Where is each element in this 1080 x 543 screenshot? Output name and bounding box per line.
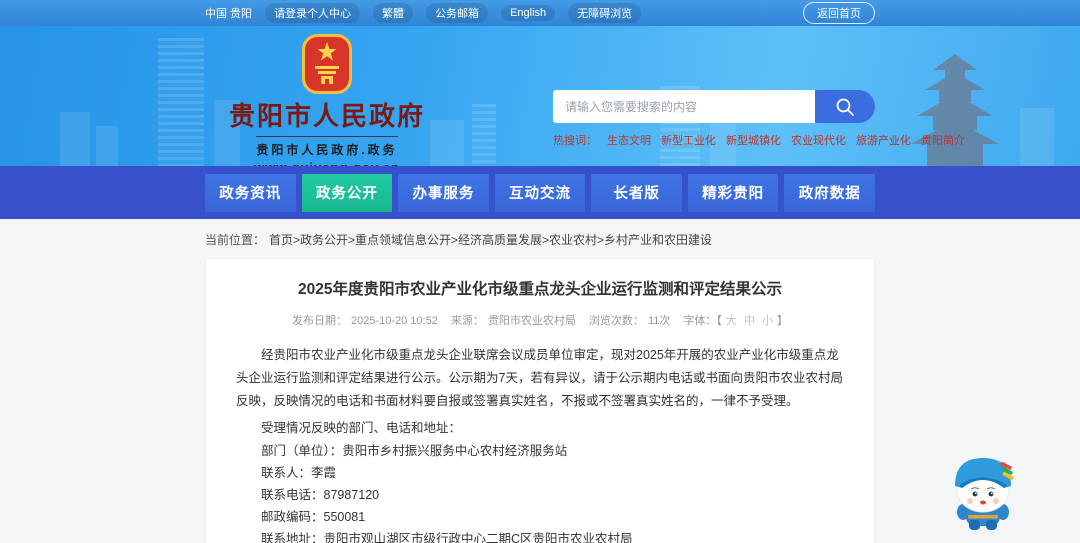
nav-tab-zhengfu-shuju[interactable]: 政府数据 xyxy=(784,173,876,212)
hot-word-link[interactable]: 新型工业化 xyxy=(661,132,716,148)
link-login-center[interactable]: 请登录个人中心 xyxy=(265,3,361,23)
link-official-mail[interactable]: 公务邮箱 xyxy=(426,3,489,23)
hot-words-label: 热搜词： xyxy=(553,135,597,147)
link-china-guiyang[interactable]: 中国 贵阳 xyxy=(205,5,252,21)
views-label: 浏览次数： xyxy=(588,315,644,327)
hot-word-link[interactable]: 贵阳简介 xyxy=(921,132,965,148)
site-title: 贵阳市人民政府 xyxy=(228,101,425,131)
site-url: www.guiyang.gov.cn xyxy=(254,160,400,166)
hot-word-link[interactable]: 新型城镇化 xyxy=(726,132,781,148)
nav-tab-zhangzheban[interactable]: 长者版 xyxy=(591,173,682,212)
nav-tab-jingcai-guiyang[interactable]: 精彩贵阳 xyxy=(687,173,779,212)
article-title: 2025年度贵阳市农业产业化市级重点龙头企业运行监测和评定结果公示 xyxy=(298,281,782,298)
skyline-building xyxy=(96,126,118,166)
site-banner: 贵阳市人民政府 贵阳市人民政府.政务 www.guiyang.gov.cn 热搜… xyxy=(0,26,1080,166)
hot-search-words: 热搜词： 生态文明 新型工业化 新型城镇化 农业现代化 旅游产业化 贵阳简介 xyxy=(553,132,965,148)
link-traditional-chinese[interactable]: 繁體 xyxy=(373,3,414,23)
article-card: 2025年度贵阳市农业产业化市级重点龙头企业运行监测和评定结果公示 发布日期： 2… xyxy=(205,258,875,543)
link-accessibility[interactable]: 无障碍浏览 xyxy=(568,3,642,23)
mascot-assistant[interactable] xyxy=(942,446,1024,537)
contact-address: 联系地址：贵阳市观山湖区市级行政中心二期C区贵阳市农业农村局 xyxy=(261,532,633,543)
publish-date: 2025-10-20 10:52 xyxy=(350,315,438,327)
nav-tab-zhengwu-gongkai[interactable]: 政务公开 xyxy=(301,173,393,212)
skyline-building xyxy=(60,112,90,166)
source-value: 贵阳市农业农村局 xyxy=(487,315,576,327)
hot-word-link[interactable]: 农业现代化 xyxy=(791,132,846,148)
search-input[interactable] xyxy=(553,90,815,123)
site-logo: 贵阳市人民政府 贵阳市人民政府.政务 www.guiyang.gov.cn xyxy=(205,34,435,166)
mascot-icon xyxy=(955,458,1014,530)
contact-phone: 联系电话：87987120 xyxy=(261,488,380,502)
link-english[interactable]: English xyxy=(501,5,556,21)
font-size-large[interactable]: 大 xyxy=(726,315,737,327)
font-size-label: 字体：【 xyxy=(683,315,722,327)
skyline-building xyxy=(158,38,204,166)
search-icon xyxy=(836,98,854,116)
national-emblem-icon xyxy=(302,34,352,94)
breadcrumb-path[interactable]: 首页>政务公开>重点领域信息公开>经济高质量发展>农业农村>乡村产业和农田建设 xyxy=(269,231,712,248)
search-button[interactable] xyxy=(815,90,875,123)
pagoda-silhouette xyxy=(911,54,999,166)
nav-tab-banshi-fuwu[interactable]: 办事服务 xyxy=(398,173,489,212)
source-label: 来源： xyxy=(450,315,484,327)
contact-person: 联系人：李霞 xyxy=(261,466,337,480)
hot-word-link[interactable]: 旅游产业化 xyxy=(856,132,911,148)
breadcrumb: 当前位置： 首页>政务公开>重点领域信息公开>经济高质量发展>农业农村>乡村产业… xyxy=(205,219,875,248)
top-utility-bar: 中国 贵阳 请登录个人中心 繁體 公务邮箱 English 无障碍浏览 返回首页 xyxy=(0,0,1080,26)
publish-date-label: 发布日期： xyxy=(291,315,347,327)
site-subtitle: 贵阳市人民政府.政务 xyxy=(256,136,398,158)
main-navigation: 政务资讯 政务公开 办事服务 互动交流 长者版 精彩贵阳 政府数据 xyxy=(0,166,1080,219)
back-to-home-button[interactable]: 返回首页 xyxy=(803,2,875,24)
breadcrumb-label: 当前位置： xyxy=(205,233,266,247)
nav-tab-hudong-jiaoliu[interactable]: 互动交流 xyxy=(494,173,586,212)
article-paragraph: 受理情况反映的部门、电话和地址： xyxy=(261,421,462,435)
contact-postcode: 邮政编码：550081 xyxy=(261,510,366,524)
views-value: 11次 xyxy=(647,315,671,327)
font-size-bracket: 】 xyxy=(777,315,789,327)
article-paragraph: 经贵阳市农业产业化市级重点龙头企业联席会议成员单位审定，现对2025年开展的农业… xyxy=(236,348,843,408)
nav-tab-zhengwu-zixun[interactable]: 政务资讯 xyxy=(205,173,296,212)
hot-word-link[interactable]: 生态文明 xyxy=(607,132,651,148)
contact-department: 部门（单位）：贵阳市乡村振兴服务中心农村经济服务站 xyxy=(261,444,568,458)
font-size-medium[interactable]: 中 xyxy=(744,315,755,327)
article-meta: 发布日期： 2025-10-20 10:52 来源： 贵阳市农业农村局 浏览次数： 1… xyxy=(236,312,844,328)
article-body: 经贵阳市农业产业化市级重点龙头企业联席会议成员单位审定，现对2025年开展的农业… xyxy=(236,344,844,543)
font-size-small[interactable]: 小 xyxy=(762,315,773,327)
skyline-building xyxy=(1020,108,1054,166)
